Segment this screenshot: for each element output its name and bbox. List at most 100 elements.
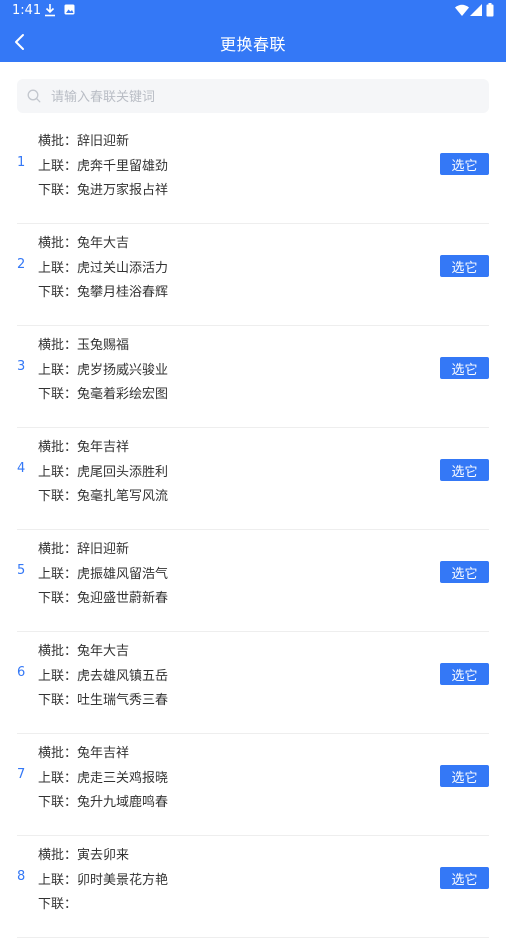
upper-label: 上联： xyxy=(38,771,78,786)
couplet-number: 4 xyxy=(17,461,26,476)
select-couplet-button[interactable]: 选它 xyxy=(440,459,489,481)
lower-line: 下联： xyxy=(38,893,77,912)
couplet-number: 6 xyxy=(17,665,26,680)
horizontal-text: 兔年吉祥 xyxy=(77,746,130,761)
horizontal-scroll-line: 横批：辞旧迎新 xyxy=(38,538,129,557)
search-icon xyxy=(27,89,41,103)
upper-label: 上联： xyxy=(38,363,78,378)
lower-text: 兔升九域鹿鸣春 xyxy=(77,795,169,810)
horizontal-text: 兔年吉祥 xyxy=(77,440,130,455)
couplet-item: 5 横批：辞旧迎新 上联：虎振雄风留浩气 下联：兔迎盛世蔚新春 选它 xyxy=(17,530,489,632)
search-box[interactable] xyxy=(17,79,489,115)
couplet-number: 1 xyxy=(17,155,26,170)
download-icon xyxy=(45,4,55,17)
horizontal-text: 辞旧迎新 xyxy=(77,134,130,149)
lower-line: 下联：兔毫着彩绘宏图 xyxy=(38,383,168,402)
horizontal-label: 横批： xyxy=(38,236,78,251)
couplet-list: 1 横批：辞旧迎新 上联：虎奔千里留雄劲 下联：兔进万家报占祥 选它 2 横批：兔年大吉 上联… xyxy=(0,122,506,938)
lower-label: 下联： xyxy=(38,387,78,402)
lower-text: 兔攀月桂浴春辉 xyxy=(77,285,169,300)
upper-line: 上联：虎振雄风留浩气 xyxy=(38,563,168,582)
page-title: 更换春联 xyxy=(219,35,286,54)
status-bar: 1:41 xyxy=(0,0,506,22)
select-couplet-button[interactable]: 选它 xyxy=(440,765,489,787)
select-couplet-button[interactable]: 选它 xyxy=(440,357,489,379)
upper-text: 虎去雄风镇五岳 xyxy=(77,669,169,684)
wifi-icon xyxy=(455,4,469,16)
horizontal-label: 横批： xyxy=(38,440,78,455)
lower-line: 下联：兔进万家报占祥 xyxy=(38,179,168,198)
couplet-item: 3 横批：玉兔赐福 上联：虎岁扬威兴骏业 下联：兔毫着彩绘宏图 选它 xyxy=(17,326,489,428)
upper-label: 上联： xyxy=(38,567,78,582)
upper-text: 虎尾回头添胜利 xyxy=(77,465,169,480)
upper-line: 上联：虎过关山添活力 xyxy=(38,257,168,276)
horizontal-scroll-line: 横批：辞旧迎新 xyxy=(38,130,129,149)
couplet-item: 6 横批：兔年大吉 上联：虎去雄风镇五岳 下联：吐生瑞气秀三春 选它 xyxy=(17,632,489,734)
lower-text: 兔迎盛世蔚新春 xyxy=(77,591,169,606)
upper-line: 上联：虎尾回头添胜利 xyxy=(38,461,168,480)
horizontal-scroll-line: 横批：兔年吉祥 xyxy=(38,742,129,761)
lower-label: 下联： xyxy=(38,285,78,300)
couplet-number: 7 xyxy=(17,767,26,782)
horizontal-text: 玉兔赐福 xyxy=(77,338,130,353)
horizontal-scroll-line: 横批：兔年大吉 xyxy=(38,232,129,251)
horizontal-label: 横批： xyxy=(38,848,78,863)
horizontal-label: 横批： xyxy=(38,644,78,659)
select-couplet-button[interactable]: 选它 xyxy=(440,867,489,889)
upper-line: 上联：卯时美景花方艳 xyxy=(38,869,168,888)
horizontal-label: 横批： xyxy=(38,746,78,761)
upper-label: 上联： xyxy=(38,261,78,276)
lower-label: 下联： xyxy=(38,183,78,198)
couplet-item: 7 横批：兔年吉祥上联：虎走三关鸡报晓 下联：兔升九域鹿鸣春 选它 xyxy=(17,734,489,836)
battery-icon xyxy=(486,3,494,17)
lower-label: 下联： xyxy=(38,591,78,606)
upper-text: 卯时美景花方艳 xyxy=(77,873,169,888)
lower-line: 下联：兔毫扎笔写风流 xyxy=(38,485,168,504)
lower-label: 下联： xyxy=(38,897,78,912)
signal-icon xyxy=(470,4,482,16)
lower-line: 下联：兔升九域鹿鸣春 xyxy=(38,791,168,810)
couplet-item: 4 横批：兔年吉祥 上联：虎尾回头添胜利 下联：兔毫扎笔写风流 选它 xyxy=(17,428,489,530)
select-couplet-button[interactable]: 选它 xyxy=(440,255,489,277)
lower-text: 兔毫扎笔写风流 xyxy=(77,489,169,504)
lower-text: 兔进万家报占祥 xyxy=(77,183,169,198)
couplet-item: 1 横批：辞旧迎新 上联：虎奔千里留雄劲 下联：兔进万家报占祥 选它 xyxy=(17,122,489,224)
status-time: 1:41 xyxy=(12,3,42,18)
lower-line: 下联：吐生瑞气秀三春 xyxy=(38,689,168,708)
lower-line: 下联：兔攀月桂浴春辉 xyxy=(38,281,168,300)
select-couplet-button[interactable]: 选它 xyxy=(440,153,489,175)
horizontal-label: 横批： xyxy=(38,134,78,149)
horizontal-text: 寅去卯来 xyxy=(77,848,130,863)
horizontal-label: 横批： xyxy=(38,542,78,557)
horizontal-scroll-line: 横批：兔年吉祥 xyxy=(38,436,129,455)
horizontal-text: 兔年大吉 xyxy=(77,236,130,251)
couplet-item: 2 横批：兔年大吉 上联：虎过关山添活力 下联：兔攀月桂浴春辉 选它 xyxy=(17,224,489,326)
select-couplet-button[interactable]: 选它 xyxy=(440,663,489,685)
horizontal-scroll-line: 横批：玉兔赐福 xyxy=(38,334,129,353)
upper-text: 虎岁扬威兴骏业 xyxy=(77,363,169,378)
lower-text: 兔毫着彩绘宏图 xyxy=(77,387,169,402)
couplet-item: 8 横批：寅去卯来上联：卯时美景花方艳下联： 选它 xyxy=(17,836,489,938)
search-input[interactable] xyxy=(49,79,473,115)
horizontal-label: 横批： xyxy=(38,338,78,353)
lower-label: 下联： xyxy=(38,693,78,708)
couplet-number: 3 xyxy=(17,359,26,374)
upper-text: 虎奔千里留雄劲 xyxy=(77,159,169,174)
horizontal-text: 兔年大吉 xyxy=(77,644,130,659)
select-couplet-button[interactable]: 选它 xyxy=(440,561,489,583)
upper-line: 上联：虎走三关鸡报晓 xyxy=(38,767,168,786)
upper-line: 上联：虎去雄风镇五岳 xyxy=(38,665,168,684)
upper-line: 上联：虎岁扬威兴骏业 xyxy=(38,359,168,378)
upper-label: 上联： xyxy=(38,465,78,480)
upper-label: 上联： xyxy=(38,669,78,684)
upper-line: 上联：虎奔千里留雄劲 xyxy=(38,155,168,174)
upper-text: 虎振雄风留浩气 xyxy=(77,567,169,582)
lower-label: 下联： xyxy=(38,489,78,504)
upper-label: 上联： xyxy=(38,873,78,888)
couplet-number: 5 xyxy=(17,563,26,578)
couplet-number: 2 xyxy=(17,257,26,272)
lower-line: 下联：兔迎盛世蔚新春 xyxy=(38,587,168,606)
horizontal-text: 辞旧迎新 xyxy=(77,542,130,557)
couplet-number: 8 xyxy=(17,869,26,884)
horizontal-scroll-line: 横批：寅去卯来 xyxy=(38,844,129,863)
